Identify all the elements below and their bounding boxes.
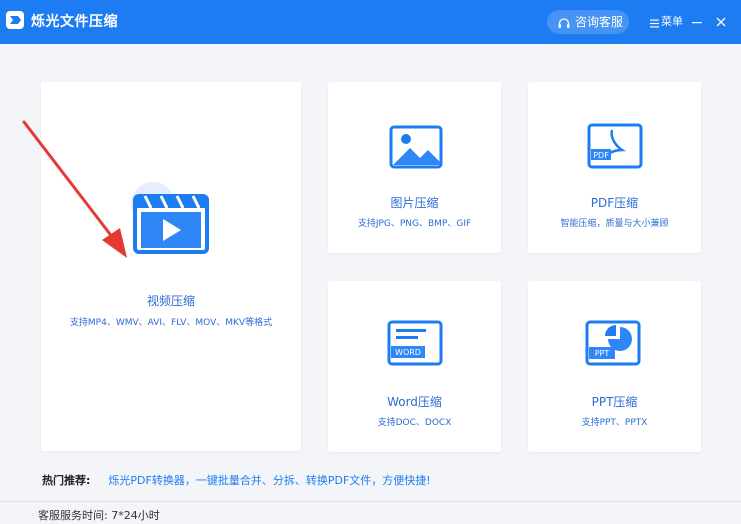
app-logo-icon: [6, 11, 24, 29]
video-compress-formats: 支持MP4、WMV、AVI、FLV、MOV、MKV等格式: [69, 318, 273, 328]
ppt-compress-card[interactable]: PPT PPT压缩 支持PPT、PPTX: [528, 281, 701, 452]
hot-recommendation-label: 热门推荐:: [42, 474, 91, 487]
ppt-compress-title: PPT压缩: [591, 395, 638, 409]
pdf-compress-card[interactable]: PDF PDF压缩 智能压缩，质量与大小兼顾: [528, 82, 701, 253]
word-file-icon: WORD: [386, 319, 446, 373]
footer-divider: [0, 501, 741, 502]
close-icon: [716, 17, 726, 27]
pdf-compress-desc: 智能压缩，质量与大小兼顾: [560, 219, 669, 229]
pdf-file-icon: PDF: [586, 122, 646, 176]
pdf-icon-text: PDF: [593, 151, 609, 160]
minimize-icon: [692, 22, 702, 24]
app-title: 烁光文件压缩: [31, 14, 118, 30]
service-hours: 客服服务时间: 7*24小时: [38, 509, 160, 522]
pdf-compress-title: PDF压缩: [590, 196, 639, 210]
customer-support-button[interactable]: 咨询客服: [547, 10, 629, 34]
hot-recommendation-link[interactable]: 烁光PDF转换器，一键批量合并、分拆、转换PDF文件，方便快捷!: [108, 474, 430, 487]
customer-support-label: 咨询客服: [575, 15, 624, 29]
video-compress-card[interactable]: 视频压缩 支持MP4、WMV、AVI、FLV、MOV、MKV等格式: [41, 82, 301, 451]
minimize-button[interactable]: [690, 14, 704, 30]
ppt-icon-text: PPT: [595, 349, 610, 358]
word-compress-title: Word压缩: [387, 395, 442, 409]
ppt-compress-formats: 支持PPT、PPTX: [581, 418, 648, 428]
close-button[interactable]: [714, 14, 728, 30]
video-file-icon: [129, 182, 219, 266]
video-compress-title: 视频压缩: [146, 294, 195, 308]
title-bar: 烁光文件压缩 咨询客服 菜单: [0, 0, 741, 44]
hot-recommendation: 热门推荐: 烁光PDF转换器，一键批量合并、分拆、转换PDF文件，方便快捷!: [42, 474, 431, 488]
image-compress-card[interactable]: 图片压缩 支持JPG、PNG、BMP、GIF: [328, 82, 501, 253]
word-compress-card[interactable]: WORD Word压缩 支持DOC、DOCX: [328, 281, 501, 452]
image-compress-title: 图片压缩: [390, 196, 439, 210]
headset-icon: [557, 15, 571, 39]
word-icon-text: WORD: [395, 348, 421, 357]
image-compress-formats: 支持JPG、PNG、BMP、GIF: [357, 219, 472, 229]
hamburger-icon: [650, 17, 659, 33]
menu-label: 菜单: [661, 15, 683, 28]
image-file-icon: [388, 124, 446, 176]
word-compress-formats: 支持DOC、DOCX: [377, 418, 452, 428]
ppt-file-icon: PPT: [584, 319, 644, 373]
